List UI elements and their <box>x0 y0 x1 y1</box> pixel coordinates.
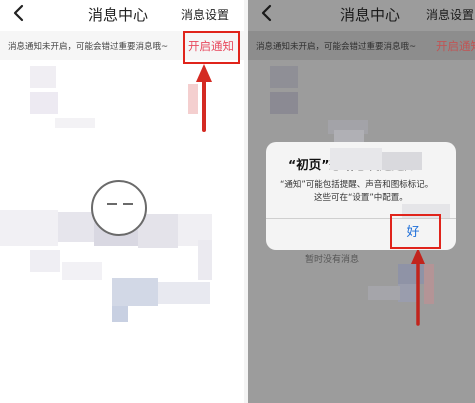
blurred-content <box>198 240 212 280</box>
blurred-content <box>112 278 158 306</box>
blurred-content <box>30 92 58 114</box>
notification-notice-bar: 消息通知未开启，可能会错过重要消息哦~ 开启通知 <box>248 31 475 60</box>
nav-bar: 消息中心 消息设置 <box>248 0 475 28</box>
notice-text: 消息通知未开启，可能会错过重要消息哦~ <box>256 42 417 52</box>
chevron-left-icon[interactable] <box>258 4 276 22</box>
blurred-content <box>55 118 95 128</box>
notice-text: 消息通知未开启，可能会错过重要消息哦~ <box>8 42 169 52</box>
blurred-content <box>62 262 102 280</box>
nav-bar: 消息中心 消息设置 <box>0 0 244 28</box>
blurred-content <box>158 282 210 304</box>
blurred-content <box>424 264 434 304</box>
blurred-content <box>188 84 198 114</box>
chevron-left-icon[interactable] <box>10 4 28 22</box>
message-settings-button[interactable]: 消息设置 <box>426 6 474 23</box>
enable-notification-highlight <box>183 31 240 64</box>
blurred-content <box>58 212 94 242</box>
blurred-content <box>30 66 56 88</box>
dialog-message: “通知”可能包括提醒、声音和图标标记。 <box>280 180 434 190</box>
blurred-content <box>330 148 382 170</box>
empty-face-icon <box>91 180 147 236</box>
dialog-message: 这些可在“设置”中配置。 <box>314 193 408 203</box>
blurred-content <box>30 250 60 272</box>
allow-button-highlight <box>390 214 441 249</box>
page-title: 消息中心 <box>340 6 401 24</box>
enable-notification-link[interactable]: 开启通知 <box>436 38 475 54</box>
blurred-content <box>382 152 422 170</box>
message-settings-button[interactable]: 消息设置 <box>181 6 229 23</box>
empty-state-text: 暂时没有消息 <box>305 255 360 265</box>
blurred-content <box>0 210 58 246</box>
blurred-content <box>270 92 298 114</box>
blurred-content <box>270 66 298 88</box>
blurred-content <box>368 286 400 300</box>
page-title: 消息中心 <box>88 6 149 24</box>
blurred-content <box>112 306 128 322</box>
